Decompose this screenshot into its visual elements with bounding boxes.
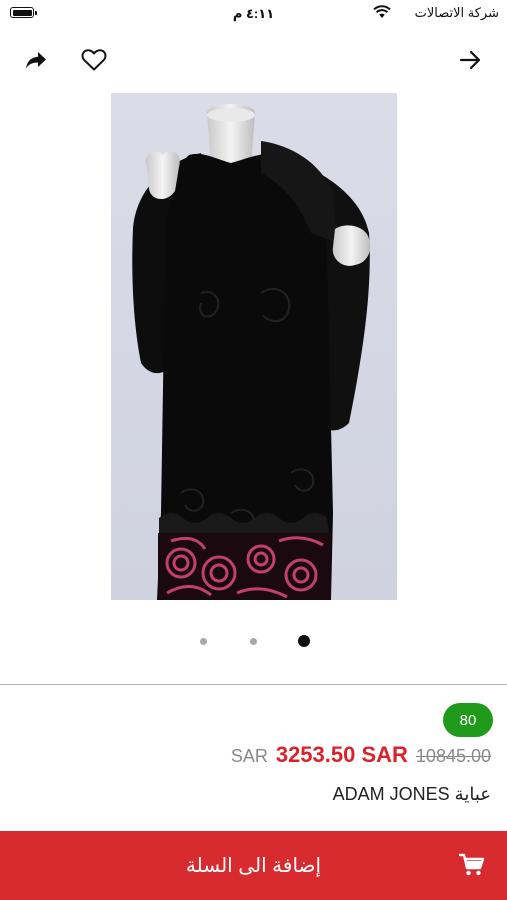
image-pager	[0, 634, 507, 650]
share-forward-icon	[26, 52, 46, 69]
add-to-cart-button[interactable]: إضافة الى السلة	[0, 831, 507, 900]
carrier-name: شركة الاتصالات	[414, 5, 499, 20]
shopping-cart-icon	[458, 853, 485, 876]
discount-badge: 80	[443, 703, 493, 737]
back-button[interactable]	[455, 44, 487, 76]
arrow-right-icon	[459, 50, 481, 70]
heart-outline-icon	[81, 49, 107, 71]
divider	[0, 684, 507, 685]
wifi-icon	[373, 5, 391, 18]
price-row: SAR 3253.50 SAR 10845.00	[231, 742, 491, 776]
old-price: 10845.00	[415, 746, 491, 766]
favorite-button[interactable]	[78, 44, 110, 76]
current-price: 3253.50 SAR	[275, 742, 408, 767]
pager-dot-1[interactable]	[200, 638, 207, 645]
product-image[interactable]	[111, 93, 397, 600]
abaya-photo	[111, 93, 397, 600]
share-button[interactable]	[20, 44, 52, 76]
pager-dot-3[interactable]	[298, 635, 310, 647]
product-name: ADAM JONES عباية	[332, 784, 491, 804]
add-to-cart-label: إضافة الى السلة	[185, 855, 322, 877]
currency-label: SAR	[230, 746, 268, 766]
pager-dot-2[interactable]	[250, 638, 257, 645]
top-nav	[0, 40, 507, 80]
status-bar: ٤:١١ م شركة الاتصالات	[0, 0, 507, 28]
